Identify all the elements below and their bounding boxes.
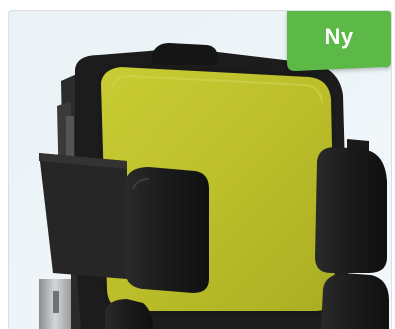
product-card[interactable]: Ny (8, 10, 392, 329)
new-badge: Ny (287, 11, 391, 71)
new-badge-label: Ny (324, 24, 354, 49)
